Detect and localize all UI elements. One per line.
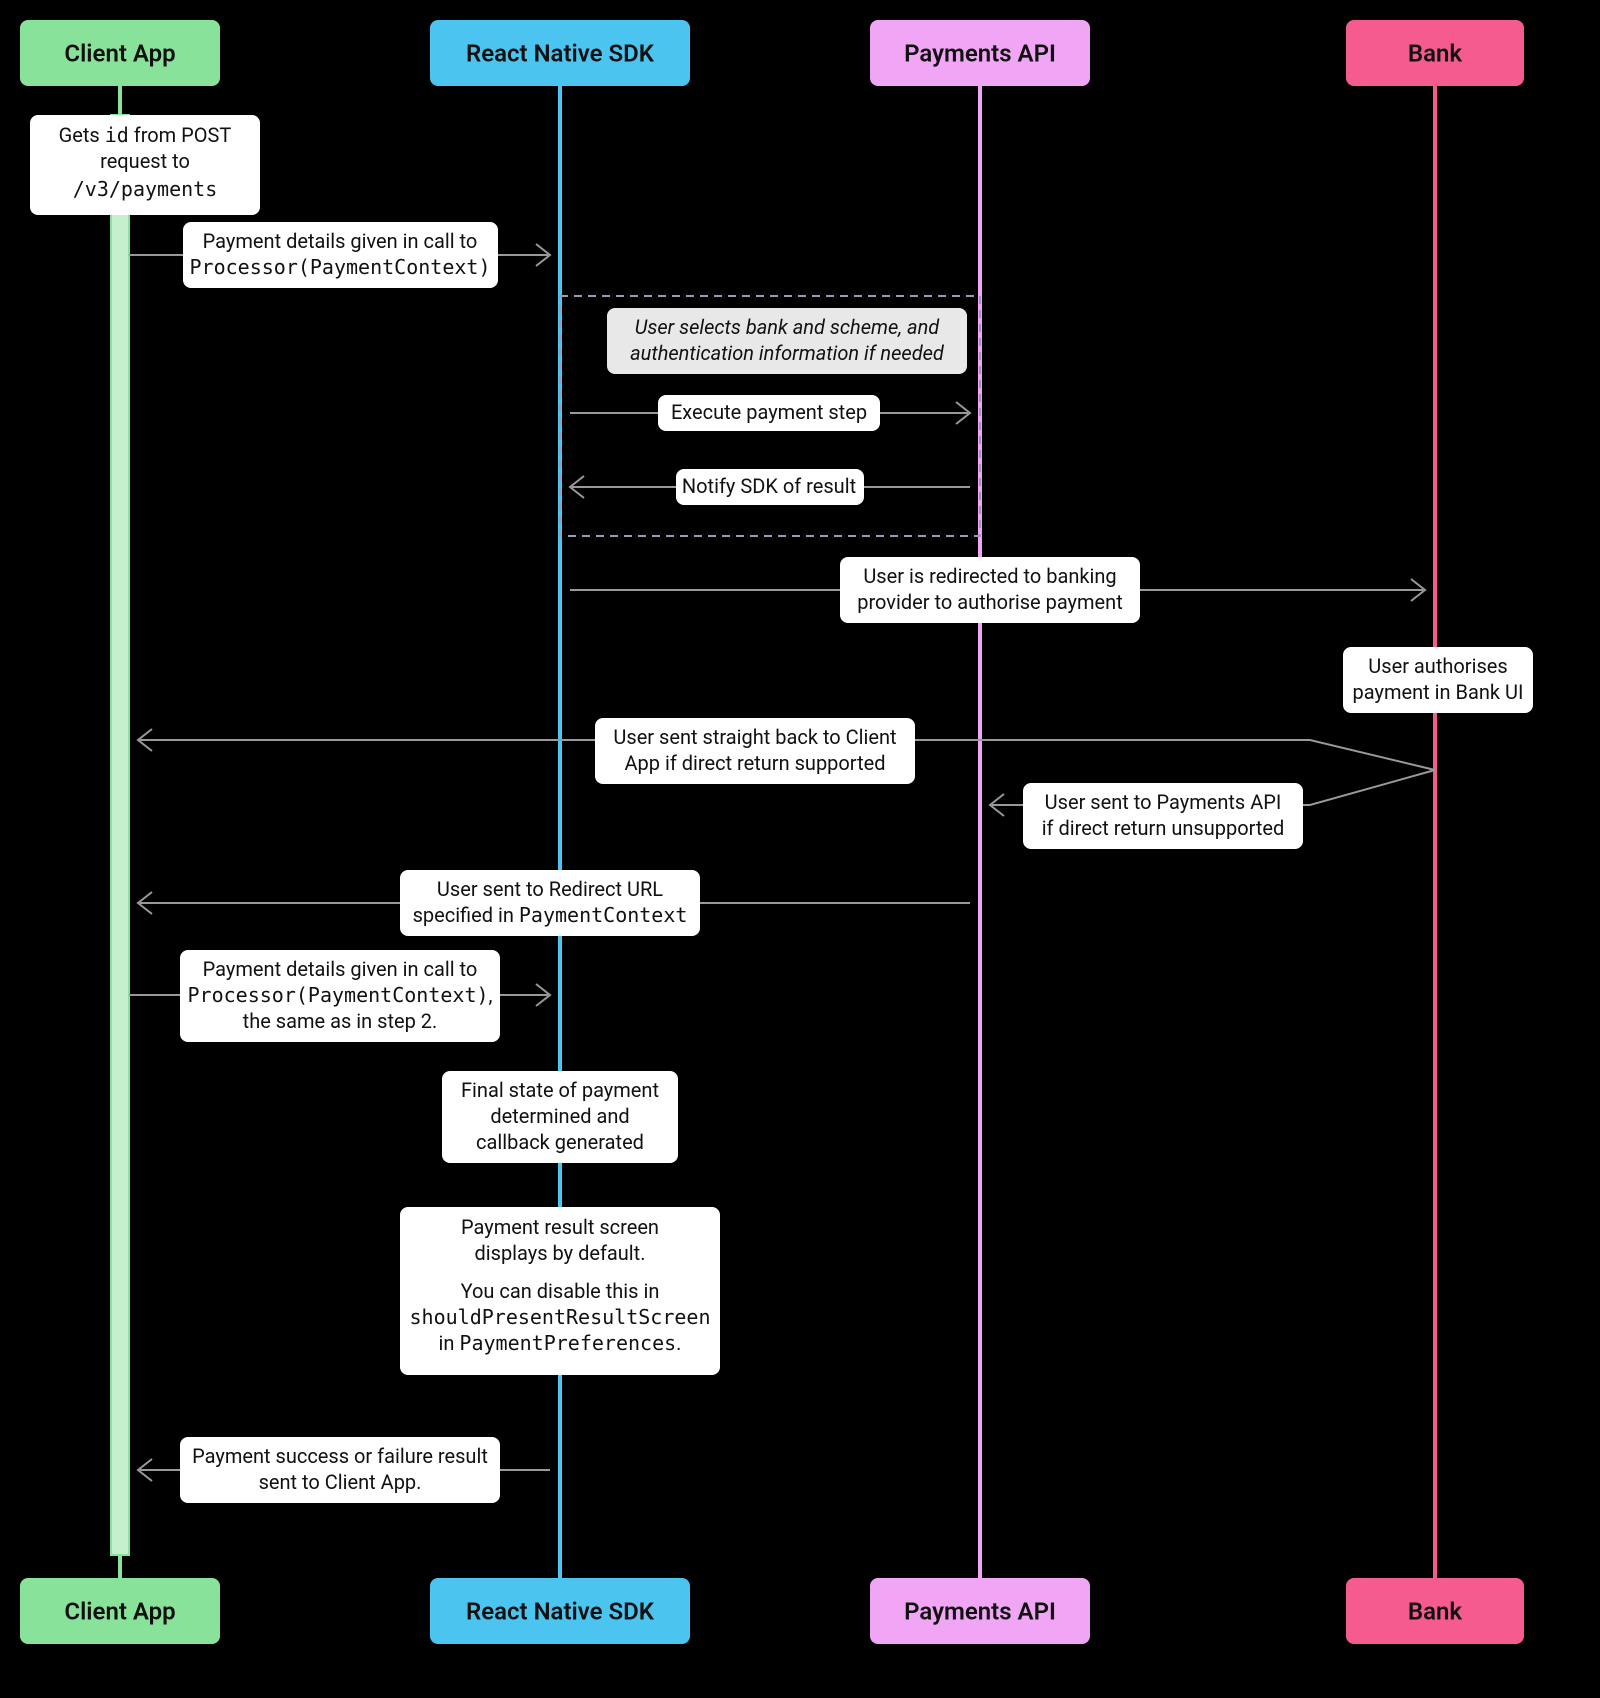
svg-text:provider to authorise payment: provider to authorise payment [857,590,1123,614]
svg-text:Payment details given in call: Payment details given in call to [203,957,478,981]
svg-text:Processor(PaymentContext),: Processor(PaymentContext), [188,983,493,1007]
actor-sdk-bottom: React Native SDK [430,1578,690,1644]
svg-text:Processor(PaymentContext): Processor(PaymentContext) [189,255,490,279]
svg-text:authentication information if: authentication information if needed [630,341,945,365]
note-notify-sdk: Notify SDK of result [676,469,864,505]
svg-text:Final state of payment: Final state of payment [461,1078,659,1102]
svg-text:displays by default.: displays by default. [474,1241,645,1265]
svg-text:in PaymentPreferences.: in PaymentPreferences. [439,1331,682,1355]
note-result-screen: Payment result screen displays by defaul… [400,1207,720,1375]
svg-text:sent to Client App.: sent to Client App. [259,1470,422,1494]
activation-client [111,115,129,1555]
note-payment-result: Payment success or failure result sent t… [180,1437,500,1503]
svg-text:if direct return unsupported: if direct return unsupported [1042,816,1285,840]
actor-sdk-label-top: React Native SDK [466,39,655,67]
actor-api-label-bottom: Payments API [904,1597,1056,1625]
svg-text:request to: request to [100,149,190,173]
svg-text:/v3/payments: /v3/payments [73,177,218,201]
svg-text:User is redirected to banking: User is redirected to banking [863,564,1116,588]
note-processor-call-2: Payment details given in call to Process… [180,950,500,1042]
actor-api-top: Payments API [870,20,1090,86]
actor-bank-bottom: Bank [1346,1578,1524,1644]
svg-text:You can disable this in: You can disable this in [461,1279,660,1303]
note-post-payments: Gets id from POST request to /v3/payment… [30,115,260,215]
svg-text:User sent to Redirect URL: User sent to Redirect URL [437,877,663,901]
actor-bank-label-top: Bank [1408,39,1463,67]
svg-text:payment in Bank UI: payment in Bank UI [1353,680,1524,704]
svg-text:User selects bank and scheme,: User selects bank and scheme, and [635,315,941,339]
svg-text:Payment result screen: Payment result screen [461,1215,659,1239]
svg-text:Payment success or failure res: Payment success or failure result [192,1444,488,1468]
actor-client-label-top: Client App [64,39,175,67]
svg-text:shouldPresentResultScreen: shouldPresentResultScreen [409,1305,710,1329]
svg-text:specified in PaymentContext: specified in PaymentContext [413,903,688,927]
note-redirect-url: User sent to Redirect URL specified in P… [400,870,700,936]
actor-client-top: Client App [20,20,220,86]
actor-client-bottom: Client App [20,1578,220,1644]
svg-text:Gets id from POST: Gets id from POST [59,123,232,147]
actor-sdk-top: React Native SDK [430,20,690,86]
svg-text:User sent to Payments API: User sent to Payments API [1045,790,1282,814]
svg-text:determined and: determined and [490,1104,629,1128]
actor-client-label-bottom: Client App [64,1597,175,1625]
note-return-unsupported: User sent to Payments API if direct retu… [1023,783,1303,849]
actor-bank-top: Bank [1346,20,1524,86]
actor-api-bottom: Payments API [870,1578,1090,1644]
svg-text:callback generated: callback generated [476,1130,644,1154]
note-final-state: Final state of payment determined and ca… [442,1071,678,1163]
svg-text:Execute payment step: Execute payment step [671,400,867,424]
note-user-authorises: User authorises payment in Bank UI [1343,647,1533,713]
svg-text:User sent straight back to Cli: User sent straight back to Client [613,725,896,749]
svg-text:Payment details given in call: Payment details given in call to [203,229,478,253]
svg-text:the same as in step 2.: the same as in step 2. [243,1009,438,1033]
actor-bank-label-bottom: Bank [1408,1597,1463,1625]
actor-api-label-top: Payments API [904,39,1056,67]
note-user-selects-bank: User selects bank and scheme, and authen… [607,308,967,374]
svg-text:User authorises: User authorises [1368,654,1507,678]
sequence-diagram: Client App React Native SDK Payments API… [0,0,1600,1698]
note-processor-call-1: Payment details given in call to Process… [183,222,498,288]
actor-sdk-label-bottom: React Native SDK [466,1597,655,1625]
svg-text:Notify SDK of result: Notify SDK of result [682,474,856,498]
note-execute-payment-step: Execute payment step [658,395,880,431]
note-redirect-to-bank: User is redirected to banking provider t… [840,557,1140,623]
note-direct-return: User sent straight back to Client App if… [595,718,915,784]
svg-text:App if direct return supported: App if direct return supported [624,751,885,775]
